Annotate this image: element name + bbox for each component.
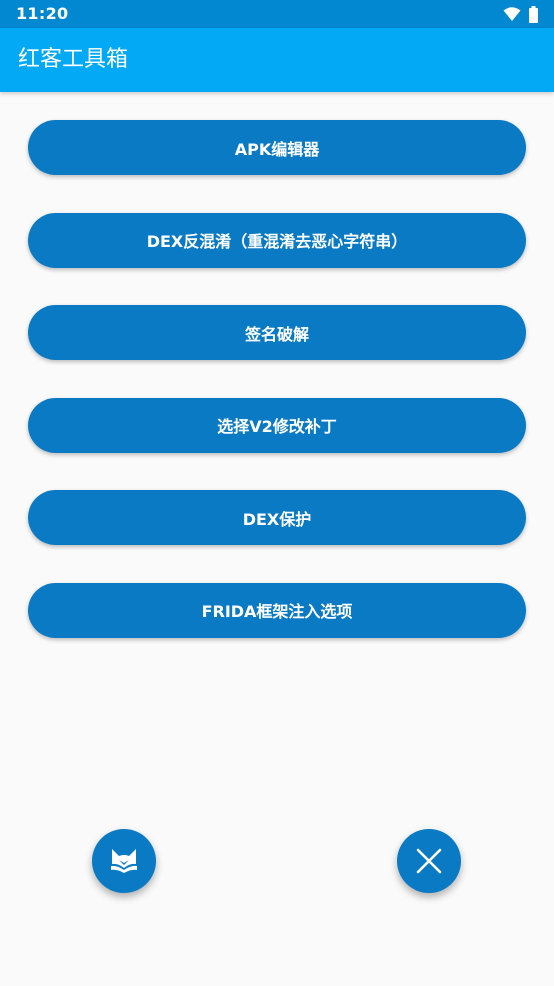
app-bar: 红客工具箱 bbox=[0, 28, 554, 92]
v2-patch-button[interactable]: 选择V2修改补丁 bbox=[28, 397, 526, 453]
status-time: 11:20 bbox=[16, 4, 69, 23]
close-fab[interactable] bbox=[397, 829, 461, 893]
dex-deobfuscate-button[interactable]: DEX反混淆（重混淆去恶心字符串） bbox=[28, 212, 526, 268]
frida-inject-button[interactable]: FRIDA框架注入选项 bbox=[28, 582, 526, 638]
status-icons bbox=[503, 5, 538, 23]
wifi-icon bbox=[503, 7, 521, 21]
battery-icon bbox=[529, 5, 538, 23]
status-bar: 11:20 bbox=[0, 0, 554, 28]
apk-editor-button[interactable]: APK编辑器 bbox=[28, 120, 526, 175]
app-title: 红客工具箱 bbox=[18, 47, 129, 72]
fox-book-fab[interactable] bbox=[92, 829, 156, 893]
dex-protect-button[interactable]: DEX保护 bbox=[28, 490, 526, 545]
tool-button-list: APK编辑器 DEX反混淆（重混淆去恶心字符串） 签名破解 选择V2修改补丁 D… bbox=[28, 120, 526, 675]
signature-crack-button[interactable]: 签名破解 bbox=[28, 305, 526, 360]
fox-book-icon bbox=[111, 849, 137, 873]
close-icon bbox=[416, 848, 442, 874]
